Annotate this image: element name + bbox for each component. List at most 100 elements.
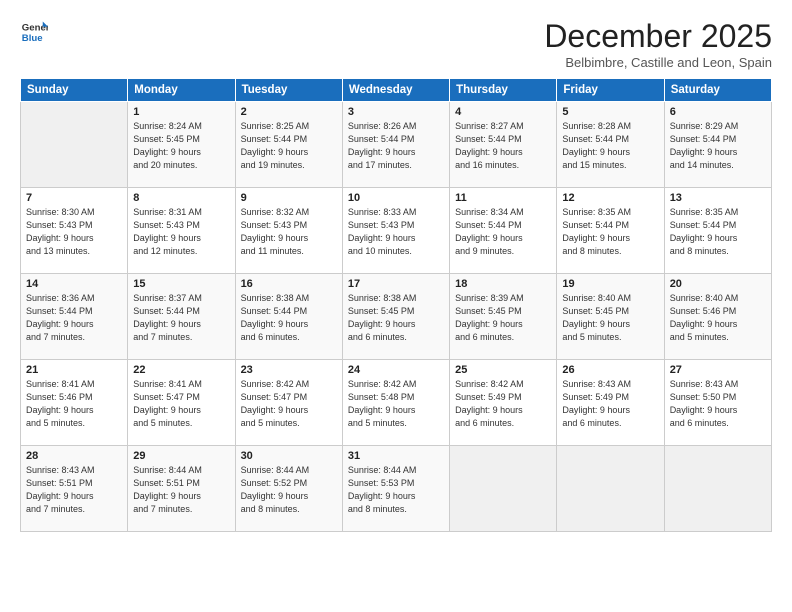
calendar-cell: 22Sunrise: 8:41 AM Sunset: 5:47 PM Dayli… — [128, 360, 235, 446]
cell-info: Sunrise: 8:44 AM Sunset: 5:51 PM Dayligh… — [133, 464, 229, 516]
cell-info: Sunrise: 8:31 AM Sunset: 5:43 PM Dayligh… — [133, 206, 229, 258]
cell-info: Sunrise: 8:42 AM Sunset: 5:48 PM Dayligh… — [348, 378, 444, 430]
day-number: 8 — [133, 192, 229, 204]
calendar-cell: 9 Sunrise: 8:32 AM Sunset: 5:43 PM Daylig… — [235, 188, 342, 274]
page: General Blue December 2025 Belbimbre, Ca… — [0, 0, 792, 612]
day-number: 5 — [562, 106, 658, 118]
header: General Blue December 2025 Belbimbre, Ca… — [20, 18, 772, 70]
day-number: 11 — [455, 192, 551, 204]
day-number: 25 — [455, 364, 551, 376]
col-header-thursday: Thursday — [450, 79, 557, 102]
calendar-cell: 23 Sunrise: 8:42 AM Sunset: 5:47 PM Dayli… — [235, 360, 342, 446]
calendar-cell: 17Sunrise: 8:38 AM Sunset: 5:45 PM Dayli… — [342, 274, 449, 360]
col-header-monday: Monday — [128, 79, 235, 102]
cell-info: Sunrise: 8:43 AM Sunset: 5:50 PM Dayligh… — [670, 378, 766, 430]
cell-info: Sunrise: 8:34 AM Sunset: 5:44 PM Dayligh… — [455, 206, 551, 258]
calendar-cell: 27 Sunrise: 8:43 AM Sunset: 5:50 PM Dayli… — [664, 360, 771, 446]
calendar-cell: 6 Sunrise: 8:29 AM Sunset: 5:44 PM Daylig… — [664, 102, 771, 188]
calendar-cell: 31 Sunrise: 8:44 AM Sunset: 5:53 PM Dayli… — [342, 446, 449, 532]
week-row-2: 14 Sunrise: 8:36 AM Sunset: 5:44 PM Dayli… — [21, 274, 772, 360]
day-number: 2 — [241, 106, 337, 118]
calendar-cell: 1 Sunrise: 8:24 AM Sunset: 5:45 PM Daylig… — [128, 102, 235, 188]
col-header-wednesday: Wednesday — [342, 79, 449, 102]
day-number: 21 — [26, 364, 122, 376]
cell-info: Sunrise: 8:36 AM Sunset: 5:44 PM Dayligh… — [26, 292, 122, 344]
calendar-cell: 24Sunrise: 8:42 AM Sunset: 5:48 PM Dayli… — [342, 360, 449, 446]
cell-info: Sunrise: 8:27 AM Sunset: 5:44 PM Dayligh… — [455, 120, 551, 172]
day-number: 18 — [455, 278, 551, 290]
day-number: 27 — [670, 364, 766, 376]
calendar-cell: 16 Sunrise: 8:38 AM Sunset: 5:44 PM Dayli… — [235, 274, 342, 360]
cell-info: Sunrise: 8:30 AM Sunset: 5:43 PM Dayligh… — [26, 206, 122, 258]
cell-info: Sunrise: 8:42 AM Sunset: 5:49 PM Dayligh… — [455, 378, 551, 430]
col-header-saturday: Saturday — [664, 79, 771, 102]
cell-info: Sunrise: 8:43 AM Sunset: 5:49 PM Dayligh… — [562, 378, 658, 430]
week-row-0: 1 Sunrise: 8:24 AM Sunset: 5:45 PM Daylig… — [21, 102, 772, 188]
cell-info: Sunrise: 8:41 AM Sunset: 5:47 PM Dayligh… — [133, 378, 229, 430]
day-number: 7 — [26, 192, 122, 204]
calendar-cell: 7 Sunrise: 8:30 AM Sunset: 5:43 PM Daylig… — [21, 188, 128, 274]
calendar-cell: 8 Sunrise: 8:31 AM Sunset: 5:43 PM Daylig… — [128, 188, 235, 274]
day-number: 15 — [133, 278, 229, 290]
calendar-cell: 2 Sunrise: 8:25 AM Sunset: 5:44 PM Daylig… — [235, 102, 342, 188]
cell-info: Sunrise: 8:28 AM Sunset: 5:44 PM Dayligh… — [562, 120, 658, 172]
calendar-cell — [450, 446, 557, 532]
cell-info: Sunrise: 8:38 AM Sunset: 5:44 PM Dayligh… — [241, 292, 337, 344]
day-number: 31 — [348, 450, 444, 462]
cell-info: Sunrise: 8:44 AM Sunset: 5:52 PM Dayligh… — [241, 464, 337, 516]
day-number: 10 — [348, 192, 444, 204]
calendar-cell: 18 Sunrise: 8:39 AM Sunset: 5:45 PM Dayli… — [450, 274, 557, 360]
cell-info: Sunrise: 8:44 AM Sunset: 5:53 PM Dayligh… — [348, 464, 444, 516]
calendar-cell: 13 Sunrise: 8:35 AM Sunset: 5:44 PM Dayli… — [664, 188, 771, 274]
calendar-cell: 20Sunrise: 8:40 AM Sunset: 5:46 PM Dayli… — [664, 274, 771, 360]
day-number: 9 — [241, 192, 337, 204]
day-number: 28 — [26, 450, 122, 462]
cell-info: Sunrise: 8:33 AM Sunset: 5:43 PM Dayligh… — [348, 206, 444, 258]
cell-info: Sunrise: 8:39 AM Sunset: 5:45 PM Dayligh… — [455, 292, 551, 344]
day-number: 6 — [670, 106, 766, 118]
day-number: 13 — [670, 192, 766, 204]
calendar-cell: 10 Sunrise: 8:33 AM Sunset: 5:43 PM Dayli… — [342, 188, 449, 274]
logo-icon: General Blue — [20, 18, 48, 46]
cell-info: Sunrise: 8:25 AM Sunset: 5:44 PM Dayligh… — [241, 120, 337, 172]
week-row-1: 7 Sunrise: 8:30 AM Sunset: 5:43 PM Daylig… — [21, 188, 772, 274]
day-number: 17 — [348, 278, 444, 290]
day-number: 30 — [241, 450, 337, 462]
col-header-sunday: Sunday — [21, 79, 128, 102]
calendar-cell — [557, 446, 664, 532]
day-number: 29 — [133, 450, 229, 462]
cell-info: Sunrise: 8:37 AM Sunset: 5:44 PM Dayligh… — [133, 292, 229, 344]
calendar-table: SundayMondayTuesdayWednesdayThursdayFrid… — [20, 78, 772, 532]
header-row: SundayMondayTuesdayWednesdayThursdayFrid… — [21, 79, 772, 102]
calendar-cell: 15 Sunrise: 8:37 AM Sunset: 5:44 PM Dayli… — [128, 274, 235, 360]
logo: General Blue — [20, 18, 48, 46]
month-title: December 2025 — [544, 18, 772, 55]
calendar-cell: 26Sunrise: 8:43 AM Sunset: 5:49 PM Dayli… — [557, 360, 664, 446]
calendar-cell — [664, 446, 771, 532]
cell-info: Sunrise: 8:35 AM Sunset: 5:44 PM Dayligh… — [562, 206, 658, 258]
day-number: 12 — [562, 192, 658, 204]
cell-info: Sunrise: 8:26 AM Sunset: 5:44 PM Dayligh… — [348, 120, 444, 172]
day-number: 19 — [562, 278, 658, 290]
cell-info: Sunrise: 8:24 AM Sunset: 5:45 PM Dayligh… — [133, 120, 229, 172]
calendar-cell: 11 Sunrise: 8:34 AM Sunset: 5:44 PM Dayli… — [450, 188, 557, 274]
calendar-cell: 4Sunrise: 8:27 AM Sunset: 5:44 PM Daylig… — [450, 102, 557, 188]
calendar-cell: 14 Sunrise: 8:36 AM Sunset: 5:44 PM Dayli… — [21, 274, 128, 360]
week-row-4: 28 Sunrise: 8:43 AM Sunset: 5:51 PM Dayli… — [21, 446, 772, 532]
day-number: 3 — [348, 106, 444, 118]
calendar-cell — [21, 102, 128, 188]
day-number: 14 — [26, 278, 122, 290]
cell-info: Sunrise: 8:29 AM Sunset: 5:44 PM Dayligh… — [670, 120, 766, 172]
day-number: 16 — [241, 278, 337, 290]
subtitle: Belbimbre, Castille and Leon, Spain — [544, 55, 772, 70]
calendar-cell: 28 Sunrise: 8:43 AM Sunset: 5:51 PM Dayli… — [21, 446, 128, 532]
svg-text:Blue: Blue — [22, 33, 43, 44]
cell-info: Sunrise: 8:41 AM Sunset: 5:46 PM Dayligh… — [26, 378, 122, 430]
cell-info: Sunrise: 8:32 AM Sunset: 5:43 PM Dayligh… — [241, 206, 337, 258]
day-number: 1 — [133, 106, 229, 118]
cell-info: Sunrise: 8:43 AM Sunset: 5:51 PM Dayligh… — [26, 464, 122, 516]
cell-info: Sunrise: 8:35 AM Sunset: 5:44 PM Dayligh… — [670, 206, 766, 258]
day-number: 23 — [241, 364, 337, 376]
cell-info: Sunrise: 8:42 AM Sunset: 5:47 PM Dayligh… — [241, 378, 337, 430]
cell-info: Sunrise: 8:40 AM Sunset: 5:45 PM Dayligh… — [562, 292, 658, 344]
